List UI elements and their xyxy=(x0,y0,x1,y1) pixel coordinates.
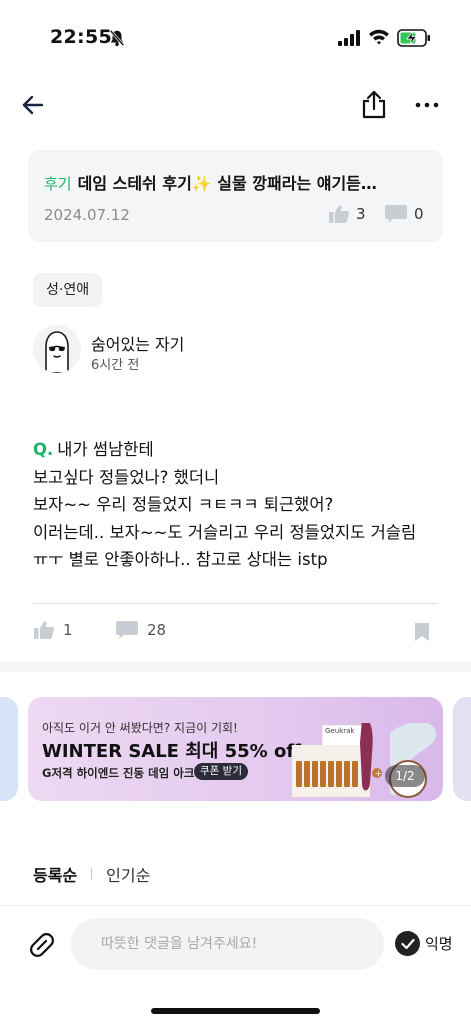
author-name: 숨어있는 자기 xyxy=(91,335,185,354)
comment-sort: 등록순 인기순 xyxy=(33,862,150,886)
related-comment-count: 0 xyxy=(414,205,424,223)
related-post-date: 2024.07.12 xyxy=(44,206,130,224)
post-line: 보자~~ 우리 정들었지 ㅋㅌㅋㅋ 퇴근했어? xyxy=(33,495,334,514)
related-like-count: 3 xyxy=(356,205,366,223)
ad-banner[interactable]: 아직도 이거 안 써봤다면? 지금이 기회! WINTER SALE 최대 55… xyxy=(28,697,443,801)
cellular-signal-icon xyxy=(338,30,360,46)
thumbs-up-icon xyxy=(329,205,349,223)
comment-count: 28 xyxy=(147,621,167,639)
next-banner-peek[interactable] xyxy=(453,697,471,801)
bookmark-icon[interactable] xyxy=(413,622,431,642)
share-icon[interactable] xyxy=(360,90,388,120)
sort-by-date-tab[interactable]: 등록순 xyxy=(33,862,77,886)
banner-headline: WINTER SALE 최대 55% off xyxy=(42,741,301,762)
more-options-icon[interactable] xyxy=(412,92,442,118)
bell-off-icon xyxy=(109,29,125,47)
status-bar: 22:55 xyxy=(0,0,471,72)
top-nav xyxy=(0,80,471,130)
ghost-avatar-icon xyxy=(33,325,81,373)
like-button[interactable]: 1 xyxy=(33,620,73,640)
prev-banner-peek[interactable] xyxy=(0,697,18,801)
post-line: Q. 내가 썸남한테 xyxy=(33,436,443,464)
divider xyxy=(0,905,471,906)
related-post-comments: 0 xyxy=(384,204,424,224)
related-post-tag: 후기 xyxy=(44,175,72,193)
post-line: 보고싶다 정들었나? 했더니 xyxy=(33,467,220,487)
sort-by-popular-tab[interactable]: 인기순 xyxy=(106,862,150,886)
check-circle-icon xyxy=(395,931,420,956)
comment-bubble-icon xyxy=(385,205,407,223)
like-count: 1 xyxy=(63,621,73,639)
section-separator xyxy=(0,662,471,672)
related-post-title: 데임 스테쉬 후기✨ 실물 깡패라는 얘기듣… xyxy=(77,174,377,193)
home-indicator xyxy=(151,1008,320,1014)
comment-count-button[interactable]: 28 xyxy=(115,620,166,640)
coupon-button[interactable]: 쿠폰 받기 xyxy=(194,763,248,780)
wifi-icon xyxy=(369,29,389,45)
banner-subtitle: 아직도 이거 안 써봤다면? 지금이 기회! xyxy=(42,721,238,735)
post-line: 이러는데.. 보자~~도 거슬리고 우리 정들었지도 거슬림 xyxy=(33,522,417,542)
author-info: 숨어있는 자기 6시간 전 xyxy=(33,325,333,375)
post-line-text: 내가 썸남한테 xyxy=(57,440,154,459)
comment-input[interactable] xyxy=(71,918,384,970)
anonymous-label: 익명 xyxy=(425,935,453,953)
question-mark-label: Q. xyxy=(33,440,54,459)
post-time: 6시간 전 xyxy=(91,358,140,373)
post-actions: 1 28 xyxy=(33,620,438,646)
avatar xyxy=(33,325,81,373)
divider xyxy=(33,603,438,604)
banner-description: G저격 하이엔드 진동 데임 아크 xyxy=(42,766,195,780)
banner-brand: Geukrak xyxy=(325,727,355,735)
related-post-card[interactable]: 후기 데임 스테쉬 후기✨ 실물 깡패라는 얘기듣… 2024.07.12 3 0 xyxy=(28,150,443,242)
post-content: Q. 내가 썸남한테 보고싶다 정들었나? 했더니 보자~~ 우리 정들었지 ㅋㅌ… xyxy=(33,436,443,574)
sort-divider xyxy=(91,868,93,880)
banner-page-counter: 1/2 xyxy=(385,765,425,787)
attach-link-icon[interactable] xyxy=(28,930,56,960)
category-chip[interactable]: 성·연애 xyxy=(33,273,103,307)
thumbs-up-icon xyxy=(34,621,54,639)
post-line: ㅠㅜ 별로 안좋아하나.. 참고로 상대는 istp xyxy=(33,550,328,569)
battery-charging-icon xyxy=(397,29,430,47)
anonymous-toggle[interactable]: 익명 xyxy=(395,931,453,956)
related-post-likes: 3 xyxy=(328,204,366,224)
back-arrow-icon[interactable] xyxy=(20,92,46,118)
status-time: 22:55 xyxy=(50,26,112,48)
comment-bubble-icon xyxy=(116,621,138,639)
product-boxes-image: + xyxy=(292,723,437,798)
svg-text:+: + xyxy=(375,769,382,778)
related-post-heading: 후기 데임 스테쉬 후기✨ 실물 깡패라는 얘기듣… xyxy=(44,170,424,194)
